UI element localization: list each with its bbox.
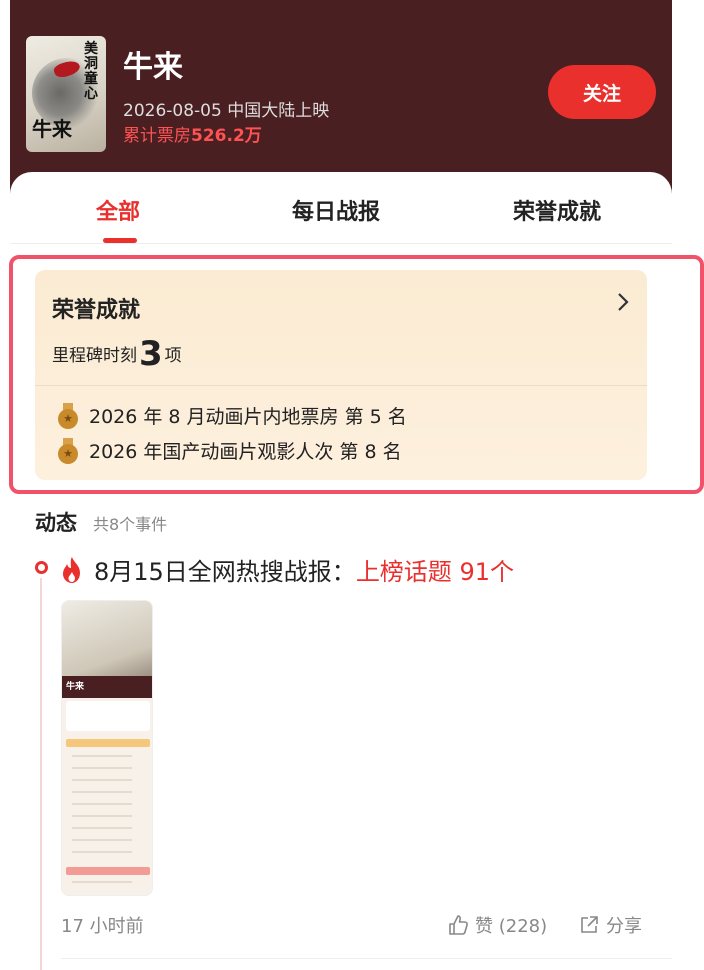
thumbnail-line bbox=[72, 881, 132, 883]
honor-item-text: 2026 年 8 月动画片内地票房 第 5 名 bbox=[89, 406, 407, 428]
milestone-count: 3 bbox=[139, 334, 163, 374]
movie-title: 牛来 bbox=[123, 50, 183, 85]
event-thumbnail[interactable]: 牛来 bbox=[61, 600, 153, 896]
tab-honors[interactable]: 荣誉成就 bbox=[513, 194, 601, 226]
divider bbox=[35, 385, 647, 386]
fire-icon bbox=[60, 556, 84, 584]
like-button[interactable]: 赞 (228) bbox=[447, 912, 547, 938]
chevron-right-icon[interactable] bbox=[617, 292, 629, 318]
milestone-prefix: 里程碑时刻 bbox=[52, 346, 137, 366]
honor-item: ★ 2026 年 8 月动画片内地票房 第 5 名 bbox=[57, 402, 407, 429]
share-button[interactable]: 分享 bbox=[578, 912, 642, 938]
milestone-summary: 里程碑时刻3 项 bbox=[52, 334, 182, 374]
tab-bar: 全部 每日战报 荣誉成就 bbox=[10, 172, 672, 244]
thumbnail-line bbox=[72, 827, 132, 829]
thumbnail-line bbox=[72, 791, 132, 793]
dynamics-count: 共8个事件 bbox=[93, 515, 168, 534]
movie-poster[interactable]: 美洞童心 牛来 bbox=[26, 36, 106, 152]
thumbnail-line bbox=[72, 779, 132, 781]
thumbnail-line bbox=[72, 815, 132, 817]
movie-detail-page: 美洞童心 牛来 牛来 2026-08-05 中国大陆上映 累计票房526.2万 … bbox=[0, 0, 704, 970]
thumbnail-line bbox=[72, 803, 132, 805]
thumbnail-title: 牛来 bbox=[66, 682, 85, 692]
box-office: 累计票房526.2万 bbox=[123, 121, 262, 146]
timeline-dot bbox=[35, 561, 48, 574]
thumbnail-band-red bbox=[66, 867, 150, 875]
thumbnail-line bbox=[72, 839, 132, 841]
follow-button[interactable]: 关注 bbox=[548, 65, 656, 119]
event-text: 8月15日全网热搜战报： bbox=[94, 558, 356, 586]
honor-card[interactable]: 荣誉成就 里程碑时刻3 项 ★ 2026 年 8 月动画片内地票房 第 5 名 ★… bbox=[35, 270, 647, 480]
release-info: 2026-08-05 中国大陆上映 bbox=[123, 101, 330, 121]
timeline-line bbox=[40, 578, 42, 970]
share-label: 分享 bbox=[606, 916, 642, 937]
divider bbox=[61, 958, 672, 959]
honor-item: ★ 2026 年国产动画片观影人次 第 8 名 bbox=[57, 437, 402, 464]
poster-vertical-text: 美洞童心 bbox=[84, 41, 98, 102]
box-office-value: 526.2万 bbox=[191, 126, 262, 146]
honor-title: 荣誉成就 bbox=[52, 298, 141, 323]
thumbnail-line bbox=[72, 851, 132, 853]
active-tab-indicator bbox=[103, 238, 137, 243]
thumbnail-line bbox=[72, 767, 132, 769]
honor-item-text: 2026 年国产动画片观影人次 第 8 名 bbox=[89, 441, 402, 463]
box-office-label: 累计票房 bbox=[123, 126, 191, 146]
share-icon bbox=[581, 916, 598, 933]
like-label: 赞 (228) bbox=[475, 916, 548, 937]
thumbnail-line bbox=[72, 755, 132, 757]
medal-icon: ★ bbox=[57, 402, 79, 429]
event-headline[interactable]: 8月15日全网热搜战报： 上榜话题 91个 bbox=[60, 552, 514, 587]
milestone-suffix: 项 bbox=[164, 346, 182, 366]
tab-all[interactable]: 全部 bbox=[96, 194, 140, 226]
event-time: 17 小时前 bbox=[61, 916, 144, 937]
tab-daily-report[interactable]: 每日战报 bbox=[292, 194, 380, 226]
medal-icon: ★ bbox=[57, 437, 79, 464]
poster-title: 牛来 bbox=[32, 117, 72, 141]
event-highlight: 上榜话题 91个 bbox=[355, 558, 514, 586]
thumbnail-stats bbox=[66, 701, 150, 731]
thumbnail-bar bbox=[66, 739, 150, 747]
dynamics-title: 动态 bbox=[35, 511, 77, 535]
thumbs-up-icon bbox=[449, 915, 468, 935]
